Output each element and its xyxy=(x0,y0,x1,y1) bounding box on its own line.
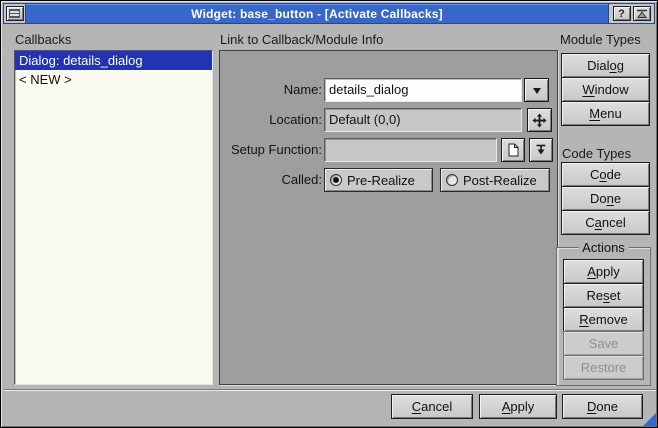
action-save-button[interactable]: Save xyxy=(563,331,644,356)
window-menu-button[interactable] xyxy=(6,6,24,21)
action-restore-button[interactable]: Restore xyxy=(563,355,644,380)
window-menu-icon xyxy=(9,9,20,18)
module-types-heading: Module Types xyxy=(560,32,641,47)
code-types-heading: Code Types xyxy=(562,146,631,161)
actions-group: Actions Apply Reset Remove Save Restore xyxy=(556,247,651,386)
apply-button[interactable]: Apply xyxy=(479,394,557,419)
titlebar-buttons-cell: ? xyxy=(608,4,654,23)
new-function-button[interactable] xyxy=(501,138,525,162)
location-field[interactable]: Default (0,0) xyxy=(324,108,522,132)
setup-function-field[interactable] xyxy=(324,138,497,162)
action-reset-button[interactable]: Reset xyxy=(563,283,644,308)
titlebar-menu-cell xyxy=(4,4,26,23)
help-icon: ? xyxy=(618,8,625,20)
down-arrow-from-bar-icon xyxy=(535,144,547,156)
name-label: Name: xyxy=(220,78,322,102)
new-file-icon xyxy=(508,143,519,157)
callback-info-panel: Name: details_dialog Location: Default (… xyxy=(219,50,558,385)
shade-icon xyxy=(637,9,647,18)
callbacks-heading: Callbacks xyxy=(15,32,71,47)
module-window-button[interactable]: Window xyxy=(561,77,650,102)
code-cancel-button[interactable]: Cancel xyxy=(561,210,650,235)
form-heading: Link to Callback/Module Info xyxy=(220,32,383,47)
cancel-button[interactable]: Cancel xyxy=(391,394,473,419)
name-field[interactable]: details_dialog xyxy=(324,78,522,102)
post-realize-radio[interactable]: Post-Realize xyxy=(440,168,550,192)
chevron-down-icon xyxy=(533,88,541,98)
dialog-window: Widget: base_button - [Activate Callback… xyxy=(0,0,658,428)
module-dialog-button[interactable]: Dialog xyxy=(561,53,650,78)
pre-realize-radio[interactable]: Pre-Realize xyxy=(324,168,433,192)
post-realize-label: Post-Realize xyxy=(463,173,537,188)
name-combo-button[interactable] xyxy=(524,78,549,102)
module-menu-button[interactable]: Menu xyxy=(561,101,650,126)
code-code-button[interactable]: Code xyxy=(561,162,650,187)
radio-selected-icon xyxy=(330,174,342,186)
done-button[interactable]: Done xyxy=(562,394,643,419)
bottom-separator xyxy=(4,389,656,391)
location-move-button[interactable] xyxy=(527,108,552,132)
list-item-new[interactable]: < NEW > xyxy=(15,70,212,89)
called-label: Called: xyxy=(220,168,322,192)
insert-function-button[interactable] xyxy=(529,138,553,162)
action-remove-button[interactable]: Remove xyxy=(563,307,644,332)
actions-heading: Actions xyxy=(578,240,629,255)
setup-function-label: Setup Function: xyxy=(220,138,322,162)
window-title: Widget: base_button - [Activate Callback… xyxy=(26,4,608,23)
list-item-selected[interactable]: Dialog: details_dialog xyxy=(15,51,212,70)
move-icon xyxy=(532,113,547,128)
resize-grip[interactable] xyxy=(643,413,656,426)
radio-unselected-icon xyxy=(446,174,458,186)
pre-realize-label: Pre-Realize xyxy=(347,173,415,188)
action-apply-button[interactable]: Apply xyxy=(563,259,644,284)
location-label: Location: xyxy=(220,108,322,132)
callbacks-list: Dialog: details_dialog < NEW > xyxy=(14,50,213,385)
titlebar: Widget: base_button - [Activate Callback… xyxy=(3,3,655,24)
code-done-button[interactable]: Done xyxy=(561,186,650,211)
help-button[interactable]: ? xyxy=(613,6,631,21)
shade-button[interactable] xyxy=(633,6,651,21)
